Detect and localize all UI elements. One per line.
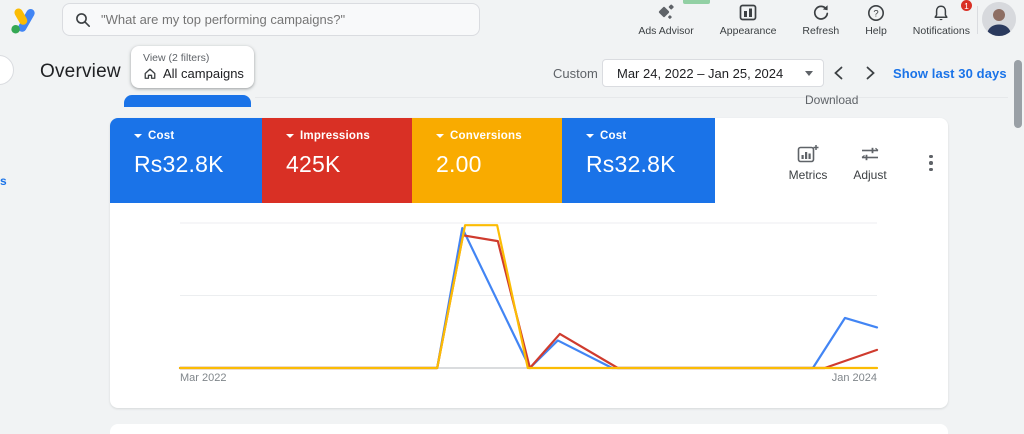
toolbar-label: Appearance xyxy=(720,25,777,37)
kebab-menu-icon xyxy=(929,155,933,159)
series-cost xyxy=(180,228,877,368)
google-ads-logo-icon xyxy=(8,6,40,36)
search-icon xyxy=(75,12,91,28)
adjust-button-label: Adjust xyxy=(853,168,886,182)
series-conversions xyxy=(180,225,877,368)
scorecard-label: Cost xyxy=(148,130,174,142)
notifications-button[interactable]: 1 Notifications xyxy=(913,4,970,37)
next-period-button[interactable] xyxy=(858,61,882,85)
account-avatar[interactable] xyxy=(982,2,1016,36)
scorecard-label: Impressions xyxy=(300,130,370,142)
x-axis-start-label: Mar 2022 xyxy=(180,372,226,384)
toolbar-label: Ads Advisor xyxy=(638,25,693,37)
date-range-picker[interactable]: Mar 24, 2022 – Jan 25, 2024 xyxy=(602,59,824,87)
scorecard-label: Conversions xyxy=(450,130,522,142)
scorecard-label: Cost xyxy=(600,130,626,142)
page-title: Overview xyxy=(40,61,121,83)
scorecard-impressions[interactable]: Impressions 425K xyxy=(262,118,412,203)
hidden-blue-button-top[interactable] xyxy=(124,95,251,107)
chevron-right-icon xyxy=(865,66,876,80)
show-last-30-days-link[interactable]: Show last 30 days xyxy=(893,66,1007,81)
metric-caret-icon xyxy=(134,134,142,138)
help-button[interactable]: ? Help xyxy=(865,4,887,37)
refresh-button[interactable]: Refresh xyxy=(802,4,839,37)
svg-text:?: ? xyxy=(873,9,878,20)
view-filter-caption: View (2 filters) xyxy=(143,52,244,64)
metrics-button-label: Metrics xyxy=(789,168,828,182)
appearance-icon xyxy=(739,4,758,22)
refresh-icon xyxy=(812,4,830,22)
x-axis-end-label: Jan 2024 xyxy=(810,372,877,384)
help-icon: ? xyxy=(867,4,885,22)
toolbar-label: Notifications xyxy=(913,25,970,37)
notification-badge: 1 xyxy=(960,0,973,12)
google-ads-logo[interactable] xyxy=(8,6,40,41)
view-filter-label: All campaigns xyxy=(163,66,244,81)
adjust-sliders-icon xyxy=(860,144,880,164)
search-input[interactable] xyxy=(101,12,467,27)
scorecard-value: Rs32.8K xyxy=(586,151,715,178)
date-range-value: Mar 24, 2022 – Jan 25, 2024 xyxy=(617,66,797,81)
scorecard-value: 425K xyxy=(286,151,412,178)
chart-more-options-button[interactable] xyxy=(922,150,940,176)
next-section-card xyxy=(110,424,948,434)
dropdown-caret-icon xyxy=(805,71,813,76)
toolbar-label: Help xyxy=(865,25,887,37)
top-toolbar: Ads Advisor Appearance Refresh ? Help 1 … xyxy=(638,4,970,37)
metrics-button[interactable]: Metrics xyxy=(782,144,834,182)
previous-period-button[interactable] xyxy=(826,61,850,85)
ads-advisor-icon xyxy=(656,4,676,22)
metric-caret-icon xyxy=(586,134,594,138)
home-icon xyxy=(143,67,157,80)
metric-caret-icon xyxy=(436,134,444,138)
scorecard-value: Rs32.8K xyxy=(134,151,262,178)
search-bar[interactable] xyxy=(62,3,480,36)
collapse-panel-toggle[interactable] xyxy=(0,55,14,85)
date-mode-label: Custom xyxy=(553,66,598,81)
metrics-icon xyxy=(797,144,819,164)
chevron-left-icon xyxy=(833,66,844,80)
left-edge-text-fragment: s xyxy=(0,174,7,188)
metric-caret-icon xyxy=(286,134,294,138)
scorecard-cost-2[interactable]: Cost Rs32.8K xyxy=(562,118,715,203)
series-impressions xyxy=(180,235,877,368)
view-filter-chip[interactable]: View (2 filters) All campaigns xyxy=(131,46,254,88)
appearance-button[interactable]: Appearance xyxy=(720,4,777,37)
vertical-scrollbar[interactable] xyxy=(1014,60,1022,128)
download-label[interactable]: Download xyxy=(805,93,858,107)
notifications-icon xyxy=(932,4,950,22)
scorecard-row: Cost Rs32.8K Impressions 425K Conversion… xyxy=(110,118,715,203)
toolbar-label: Refresh xyxy=(802,25,839,37)
adjust-button[interactable]: Adjust xyxy=(846,144,894,182)
scorecard-cost[interactable]: Cost Rs32.8K xyxy=(110,118,262,203)
avatar-photo xyxy=(982,2,1016,36)
overview-chart-card: Cost Rs32.8K Impressions 425K Conversion… xyxy=(110,118,948,408)
toolbar-divider xyxy=(977,6,978,34)
scorecard-conversions[interactable]: Conversions 2.00 xyxy=(412,118,562,203)
header-divider xyxy=(255,97,1008,98)
scorecard-value: 2.00 xyxy=(436,151,562,178)
ads-advisor-button[interactable]: Ads Advisor xyxy=(638,4,693,37)
